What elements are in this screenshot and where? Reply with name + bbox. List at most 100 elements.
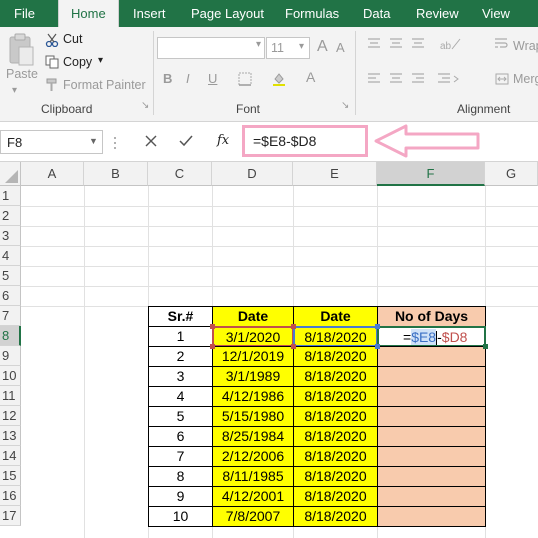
underline-button[interactable]: U <box>208 71 217 86</box>
increase-font-icon[interactable]: A <box>317 38 328 56</box>
font-name-combo[interactable] <box>157 37 265 59</box>
enter-check-icon[interactable] <box>179 135 193 147</box>
row-header[interactable]: 6 <box>0 286 21 306</box>
table-cell[interactable]: 9 <box>148 486 213 507</box>
table-cell[interactable]: 8/18/2020 <box>293 446 378 467</box>
cut-button[interactable]: Cut <box>63 32 82 46</box>
font-name-dropdown-icon[interactable]: ▾ <box>256 39 261 50</box>
range-handle[interactable] <box>210 344 215 349</box>
table-cell[interactable]: 8/18/2020 <box>293 386 378 407</box>
table-header-cell[interactable]: Date <box>293 306 378 327</box>
copy-dropdown-icon[interactable]: ▾ <box>98 55 103 66</box>
row-header[interactable]: 12 <box>0 406 21 426</box>
tab-view[interactable]: View <box>482 0 510 27</box>
table-cell[interactable]: 4/12/2001 <box>212 486 294 507</box>
range-handle[interactable] <box>210 324 215 329</box>
row-header[interactable]: 3 <box>0 226 21 246</box>
table-cell[interactable]: 4 <box>148 386 213 407</box>
row-header[interactable]: 1 <box>0 186 21 206</box>
tab-formulas[interactable]: Formulas <box>285 0 339 27</box>
font-color-icon[interactable]: A <box>306 69 315 85</box>
decrease-font-icon[interactable]: A <box>336 40 345 55</box>
table-cell[interactable]: 8/18/2020 <box>293 346 378 367</box>
font-launcher-icon[interactable]: ↘ <box>341 100 349 111</box>
table-cell[interactable]: 8/18/2020 <box>293 466 378 487</box>
table-cell[interactable]: 8/11/1985 <box>212 466 294 487</box>
table-cell[interactable]: 8/18/2020 <box>293 506 378 527</box>
copy-button[interactable]: Copy <box>63 55 92 69</box>
table-cell[interactable]: 2 <box>148 346 213 367</box>
wrap-text-button[interactable]: Wrap <box>513 39 538 53</box>
table-cell[interactable]: 8/18/2020 <box>293 426 378 447</box>
table-cell[interactable] <box>377 446 486 467</box>
row-header[interactable]: 8 <box>0 326 21 346</box>
row-header[interactable]: 7 <box>0 306 21 326</box>
copy-icon[interactable] <box>45 55 59 69</box>
paste-button[interactable]: Paste <box>6 67 38 81</box>
table-cell[interactable]: 6 <box>148 426 213 447</box>
row-header[interactable]: 15 <box>0 466 21 486</box>
table-cell[interactable]: 4/12/1986 <box>212 386 294 407</box>
table-cell[interactable]: 8/18/2020 <box>293 326 378 347</box>
name-box[interactable]: F8 ▼ <box>0 130 103 154</box>
clipboard-launcher-icon[interactable]: ↘ <box>141 100 149 111</box>
table-cell[interactable]: 8/18/2020 <box>293 486 378 507</box>
bold-button[interactable]: B <box>163 71 172 86</box>
wrap-text-icon[interactable] <box>495 37 509 51</box>
column-header[interactable]: G <box>485 162 538 186</box>
left-align-icon[interactable] <box>368 72 428 86</box>
row-header[interactable]: 2 <box>0 206 21 226</box>
italic-button[interactable]: I <box>186 71 190 86</box>
row-header[interactable]: 14 <box>0 446 21 466</box>
range-handle[interactable] <box>291 324 296 329</box>
format-painter-button[interactable]: Format Painter <box>63 78 146 92</box>
tab-data[interactable]: Data <box>363 0 390 27</box>
tab-review[interactable]: Review <box>416 0 459 27</box>
table-cell[interactable] <box>377 346 486 367</box>
column-header[interactable]: D <box>212 162 293 186</box>
table-cell[interactable]: 8/18/2020 <box>293 406 378 427</box>
table-cell[interactable]: 12/1/2019 <box>212 346 294 367</box>
row-header[interactable]: 17 <box>0 506 21 526</box>
cancel-icon[interactable] <box>145 135 157 147</box>
row-header[interactable]: 11 <box>0 386 21 406</box>
table-cell[interactable]: 10 <box>148 506 213 527</box>
table-cell[interactable]: 5 <box>148 406 213 427</box>
merge-center-button[interactable]: Merg <box>513 72 538 86</box>
tab-home[interactable]: Home <box>58 0 119 28</box>
merge-center-icon[interactable] <box>495 72 509 86</box>
table-cell[interactable] <box>377 366 486 387</box>
table-header-cell[interactable]: Sr.# <box>148 306 213 327</box>
scissors-icon[interactable] <box>45 33 59 48</box>
tab-insert[interactable]: Insert <box>133 0 166 27</box>
drag-handle-icon[interactable] <box>112 136 118 150</box>
fill-handle[interactable] <box>483 344 488 349</box>
table-cell[interactable] <box>377 406 486 427</box>
column-header[interactable]: E <box>293 162 377 186</box>
tab-page-layout[interactable]: Page Layout <box>191 0 264 27</box>
table-cell[interactable]: 3/1/2020 <box>212 326 294 347</box>
table-cell[interactable]: 8/18/2020 <box>293 366 378 387</box>
table-cell[interactable]: 7 <box>148 446 213 467</box>
column-header[interactable]: A <box>21 162 84 186</box>
row-header[interactable]: 9 <box>0 346 21 366</box>
fill-color-icon[interactable] <box>272 72 286 86</box>
column-header[interactable]: B <box>84 162 148 186</box>
paste-icon[interactable] <box>6 33 36 69</box>
table-cell[interactable] <box>377 466 486 487</box>
row-header[interactable]: 5 <box>0 266 21 286</box>
indent-icon[interactable] <box>438 72 462 86</box>
table-cell[interactable] <box>377 386 486 407</box>
row-header[interactable]: 16 <box>0 486 21 506</box>
range-handle[interactable] <box>375 324 380 329</box>
borders-icon[interactable] <box>238 72 252 86</box>
table-cell[interactable]: 3/1/1989 <box>212 366 294 387</box>
table-cell[interactable] <box>377 506 486 527</box>
row-header[interactable]: 13 <box>0 426 21 446</box>
table-cell[interactable] <box>377 486 486 507</box>
table-header-cell[interactable]: Date <box>212 306 294 327</box>
range-handle[interactable] <box>291 344 296 349</box>
column-header[interactable]: C <box>148 162 212 186</box>
select-all-corner[interactable] <box>0 162 21 186</box>
table-cell[interactable]: 7/8/2007 <box>212 506 294 527</box>
